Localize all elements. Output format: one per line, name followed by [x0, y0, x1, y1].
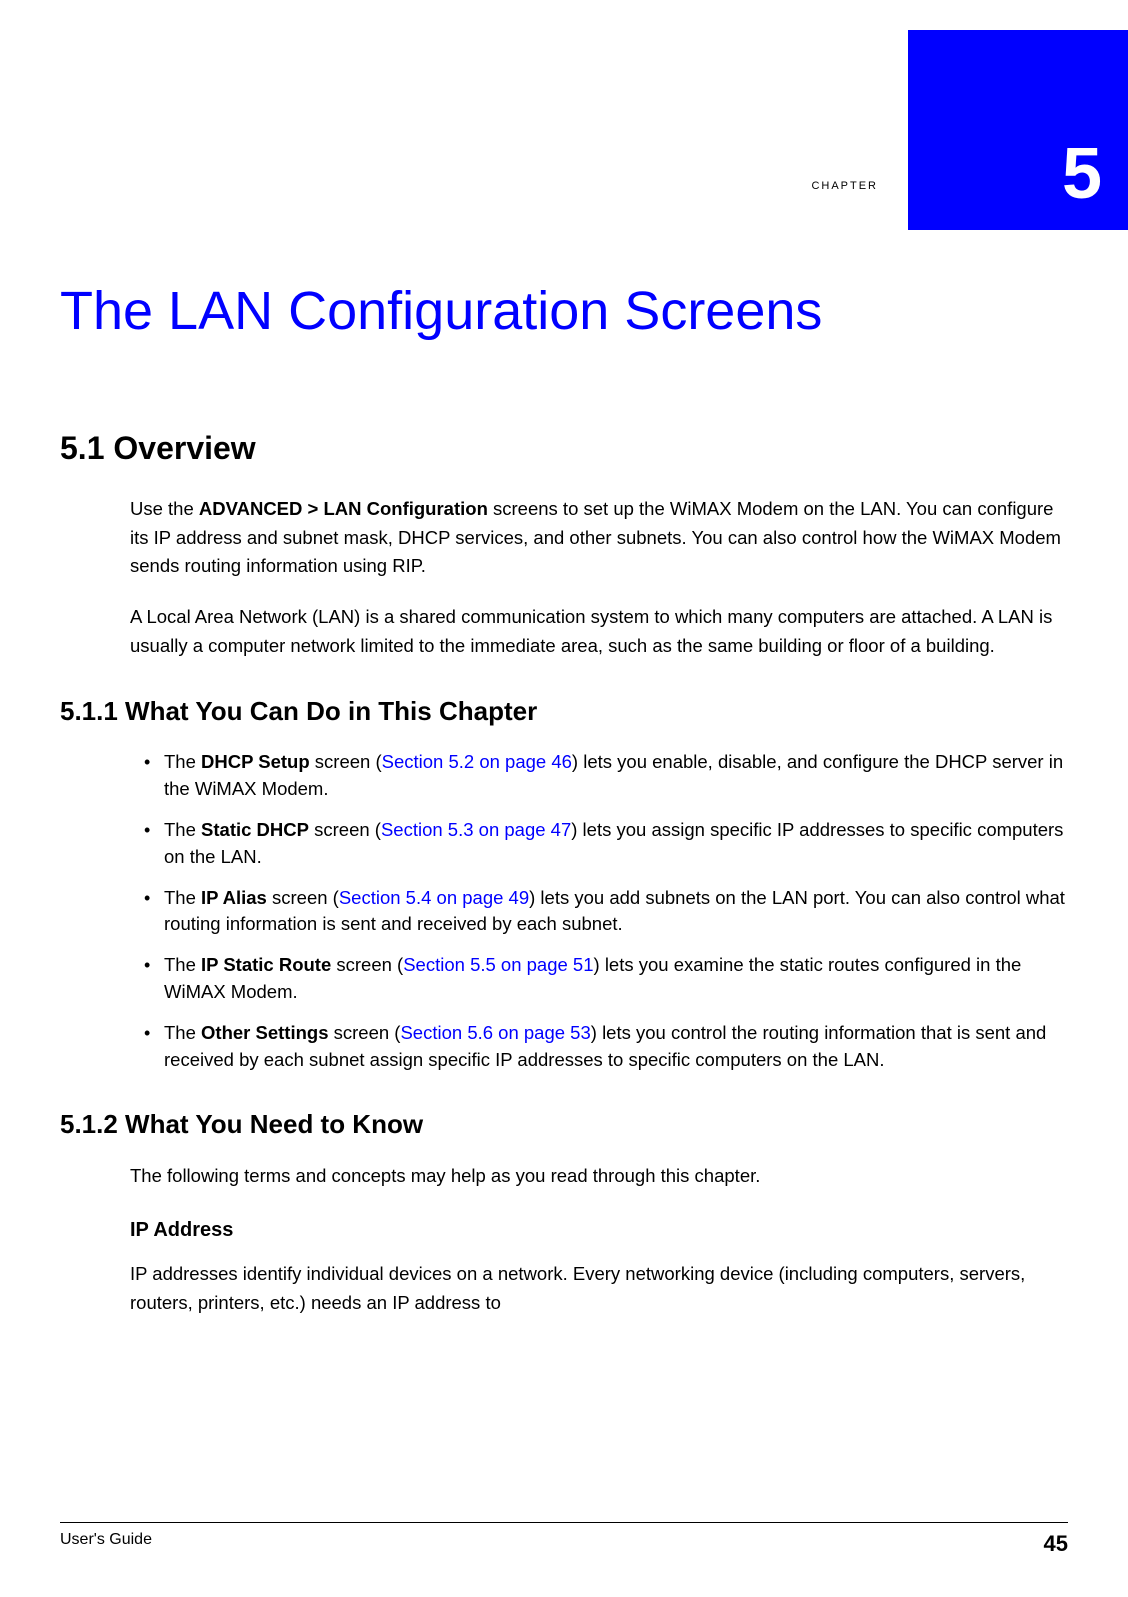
screen-name-bold: IP Static Route	[201, 954, 331, 975]
page: 5 CHAPTER The LAN Configuration Screens …	[0, 0, 1128, 1597]
overview-paragraph-1: Use the ADVANCED > LAN Configuration scr…	[130, 495, 1070, 581]
text-fragment: The	[164, 819, 201, 840]
text-fragment: The	[164, 954, 201, 975]
list-item: The Other Settings screen (Section 5.6 o…	[150, 1020, 1070, 1074]
list-item: The IP Static Route screen (Section 5.5 …	[150, 952, 1070, 1006]
chapter-tab: 5	[908, 30, 1128, 230]
screen-name-bold: IP Alias	[201, 887, 267, 908]
text-fragment: screen (	[309, 819, 381, 840]
overview-paragraph-2: A Local Area Network (LAN) is a shared c…	[130, 603, 1070, 660]
what-you-can-do-list: The DHCP Setup screen (Section 5.2 on pa…	[150, 749, 1070, 1073]
section-what-you-need-to-know-heading: 5.1.2 What You Need to Know	[60, 1109, 1070, 1140]
text-fragment: screen (	[329, 1022, 401, 1043]
screen-name-bold: Static DHCP	[201, 819, 309, 840]
list-item: The DHCP Setup screen (Section 5.2 on pa…	[150, 749, 1070, 803]
text-fragment: Use the	[130, 498, 199, 519]
chapter-number: 5	[1062, 138, 1102, 210]
chapter-title: The LAN Configuration Screens	[60, 280, 822, 342]
footer-guide-label: User's Guide	[60, 1531, 152, 1557]
ip-address-paragraph: IP addresses identify individual devices…	[130, 1260, 1070, 1317]
text-fragment: The	[164, 1022, 201, 1043]
cross-reference-link[interactable]: Section 5.5 on page 51	[403, 954, 593, 975]
screen-name-bold: Other Settings	[201, 1022, 328, 1043]
screen-name-bold: DHCP Setup	[201, 751, 310, 772]
ip-address-subheading: IP Address	[130, 1219, 1070, 1242]
footer-page-number: 45	[1044, 1531, 1068, 1557]
content-area: 5.1 Overview Use the ADVANCED > LAN Conf…	[60, 420, 1070, 1340]
text-fragment: screen (	[267, 887, 339, 908]
list-item: The IP Alias screen (Section 5.4 on page…	[150, 885, 1070, 939]
cross-reference-link[interactable]: Section 5.4 on page 49	[339, 887, 529, 908]
text-fragment: The	[164, 751, 201, 772]
need-to-know-paragraph: The following terms and concepts may hel…	[130, 1162, 1070, 1191]
text-fragment: The	[164, 887, 201, 908]
text-fragment: screen (	[331, 954, 403, 975]
chapter-label: CHAPTER	[811, 180, 878, 192]
page-footer: User's Guide 45	[60, 1522, 1068, 1557]
cross-reference-link[interactable]: Section 5.3 on page 47	[381, 819, 571, 840]
cross-reference-link[interactable]: Section 5.6 on page 53	[400, 1022, 590, 1043]
text-fragment: screen (	[310, 751, 382, 772]
cross-reference-link[interactable]: Section 5.2 on page 46	[382, 751, 572, 772]
nav-path-bold: ADVANCED > LAN Configuration	[199, 498, 488, 519]
list-item: The Static DHCP screen (Section 5.3 on p…	[150, 817, 1070, 871]
section-what-you-can-do-heading: 5.1.1 What You Can Do in This Chapter	[60, 696, 1070, 727]
section-overview-heading: 5.1 Overview	[60, 430, 1070, 467]
